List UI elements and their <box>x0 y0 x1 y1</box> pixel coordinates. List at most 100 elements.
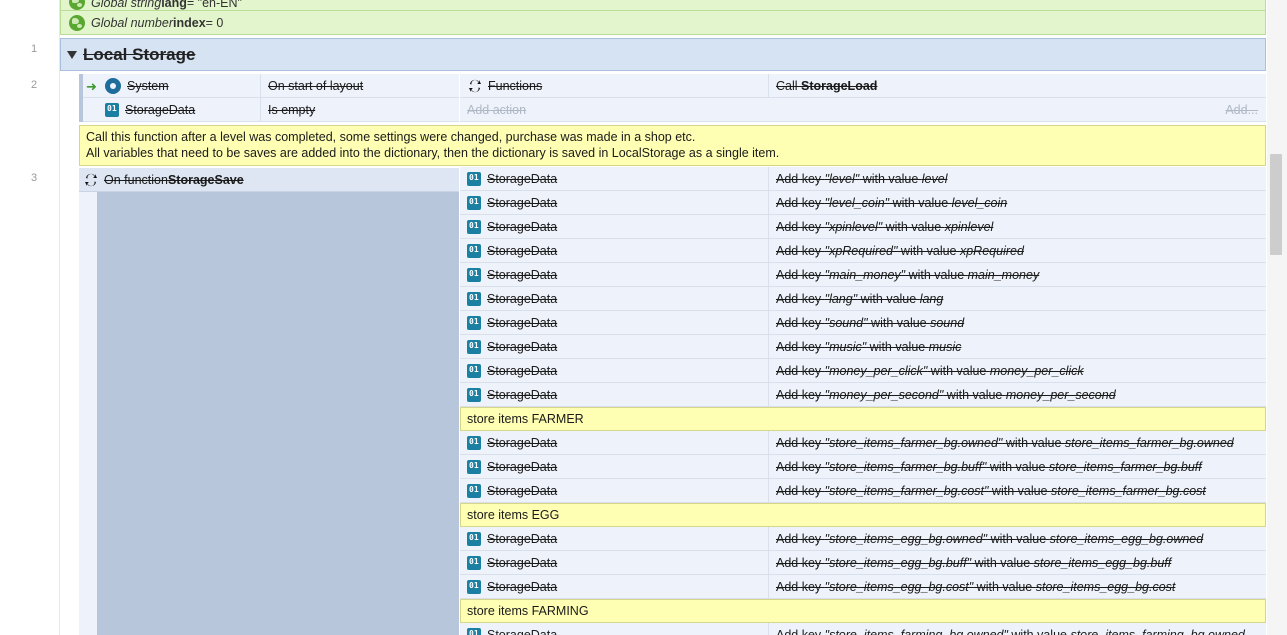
action-row[interactable]: StorageData Add key "store_items_egg_bg.c… <box>460 575 1266 599</box>
action-row[interactable]: Functions Call StorageLoad <box>460 74 1266 98</box>
action-row[interactable]: StorageData Add key "level" with value le… <box>460 167 1266 191</box>
dictionary-icon <box>467 459 481 474</box>
dictionary-icon <box>467 579 481 594</box>
key-name: "xpinlevel" <box>824 219 883 234</box>
action-description: Add key "money_per_second" with value mo… <box>769 388 1266 402</box>
action-row[interactable]: StorageData Add key "xpRequired" with val… <box>460 239 1266 263</box>
comment[interactable]: Call this function after a level was com… <box>79 125 1266 166</box>
gear-icon <box>105 77 121 94</box>
action-text: with value <box>867 315 931 330</box>
action-text: with value <box>859 171 922 186</box>
action-text: Add key <box>776 363 825 378</box>
action-object: StorageData <box>460 455 769 478</box>
value-name: level_coin <box>951 195 1008 210</box>
action-description: Add key "store_items_farmer_bg.cost" wit… <box>769 484 1266 498</box>
action-object: StorageData <box>460 167 769 190</box>
line-number: 3 <box>30 172 38 184</box>
object-name: StorageData <box>487 435 558 450</box>
trigger-arrow-icon: ➜ <box>86 79 97 94</box>
key-name: "money_per_second" <box>824 387 944 402</box>
global-name: lang <box>161 0 187 10</box>
action-row[interactable]: StorageData Add key "lang" with value lan… <box>460 287 1266 311</box>
global-variable-row[interactable]: Global number index = 0 <box>60 11 1266 35</box>
dictionary-icon <box>467 387 481 402</box>
add-action-row[interactable]: Add action Add... <box>460 98 1266 122</box>
action-description: Add key "xpinlevel" with value xpinlevel <box>769 220 1266 234</box>
value-name: lang <box>919 291 944 306</box>
action-comment[interactable]: store items FARMING <box>460 599 1266 623</box>
object-name: StorageData <box>487 171 558 186</box>
dictionary-icon <box>467 267 481 282</box>
object-name: StorageData <box>487 459 558 474</box>
function-event[interactable]: On function StorageSave <box>79 168 459 635</box>
value-name: store_items_farmer_bg.cost <box>1050 483 1206 498</box>
action-text: Add key <box>776 267 825 282</box>
value-name: store_items_farming_bg.owned <box>1070 627 1245 635</box>
action-object: StorageData <box>460 215 769 238</box>
object-name: Functions <box>488 78 543 93</box>
group-header[interactable]: Local Storage <box>60 38 1266 71</box>
action-row[interactable]: StorageData Add key "main_money" with val… <box>460 263 1266 287</box>
action-description: Add key "money_per_click" with value mon… <box>769 364 1266 378</box>
global-name: index <box>173 15 206 30</box>
key-name: "store_items_farmer_bg.cost" <box>824 483 989 498</box>
dictionary-icon <box>467 315 481 330</box>
dictionary-icon <box>467 435 481 450</box>
function-icon <box>85 173 97 186</box>
key-name: "store_items_egg_bg.cost" <box>824 579 974 594</box>
action-row[interactable]: StorageData Add key "store_items_farming_… <box>460 623 1266 635</box>
action-text: with value <box>905 267 968 282</box>
action-row[interactable]: StorageData Add key "money_per_second" wi… <box>460 383 1266 407</box>
object-name: StorageData <box>487 483 558 498</box>
action-row[interactable]: StorageData Add key "music" with value mu… <box>460 335 1266 359</box>
function-trigger[interactable]: On function StorageSave <box>79 168 459 192</box>
vertical-scrollbar[interactable] <box>1267 0 1287 635</box>
actions: Functions Call StorageLoad Add action Ad… <box>460 74 1266 122</box>
action-object: StorageData <box>460 311 769 334</box>
action-row[interactable]: StorageData Add key "store_items_farmer_b… <box>460 479 1266 503</box>
action-text: with value <box>857 291 920 306</box>
dictionary-icon <box>467 291 481 306</box>
action-row[interactable]: StorageData Add key "money_per_click" wit… <box>460 359 1266 383</box>
action-object: StorageData <box>460 431 769 454</box>
action-description: Add key "level_coin" with value level_co… <box>769 196 1266 210</box>
action-row[interactable]: StorageData Add key "xpinlevel" with valu… <box>460 215 1266 239</box>
actions: StorageData Add key "level" with value le… <box>460 167 1266 635</box>
action-description: Add key "store_items_farming_bg.owned" w… <box>769 628 1266 635</box>
action-comment[interactable]: store items EGG <box>460 503 1266 527</box>
global-variables: Global string lang = "en-EN" Global numb… <box>60 0 1266 35</box>
action-row[interactable]: StorageData Add key "store_items_egg_bg.b… <box>460 551 1266 575</box>
dictionary-icon <box>467 363 481 378</box>
event-block[interactable]: ➜ System On start of layout StorageData … <box>79 74 1266 122</box>
action-text: with value <box>889 195 952 210</box>
object-name: StorageData <box>487 627 558 635</box>
add-more-link[interactable]: Add... <box>1225 103 1266 117</box>
action-row[interactable]: StorageData Add key "store_items_farmer_b… <box>460 455 1266 479</box>
action-object: Functions <box>460 74 769 97</box>
object-name: StorageData <box>487 219 558 234</box>
action-row[interactable]: StorageData Add key "store_items_egg_bg.o… <box>460 527 1266 551</box>
action-row[interactable]: StorageData Add key "store_items_farmer_b… <box>460 431 1266 455</box>
event-margin[interactable] <box>79 74 83 122</box>
condition-row[interactable]: ➜ System On start of layout <box>79 74 459 98</box>
scrollbar-thumb[interactable] <box>1270 154 1282 255</box>
value-name: xpinlevel <box>944 219 994 234</box>
action-description: Add key "store_items_egg_bg.buff" with v… <box>769 556 1266 570</box>
global-variable-row[interactable]: Global string lang = "en-EN" <box>60 0 1266 11</box>
condition-name: Is empty <box>268 102 316 117</box>
object-name: StorageData <box>487 579 558 594</box>
action-object: StorageData <box>460 479 769 502</box>
key-name: "store_items_farmer_bg.buff" <box>824 459 987 474</box>
condition-row[interactable]: StorageData Is empty <box>79 98 459 122</box>
action-comment[interactable]: store items FARMER <box>460 407 1266 431</box>
action-row[interactable]: StorageData Add key "level_coin" with val… <box>460 191 1266 215</box>
event-margin[interactable] <box>79 192 97 635</box>
key-name: "level" <box>824 171 860 186</box>
dictionary-icon <box>467 243 481 258</box>
action-text: Add key <box>776 531 825 546</box>
add-action-link[interactable]: Add action <box>460 103 1225 117</box>
collapse-triangle-icon[interactable] <box>67 50 77 59</box>
action-row[interactable]: StorageData Add key "sound" with value so… <box>460 311 1266 335</box>
action-object: StorageData <box>460 575 769 598</box>
value-name: store_items_farmer_bg.buff <box>1048 459 1202 474</box>
